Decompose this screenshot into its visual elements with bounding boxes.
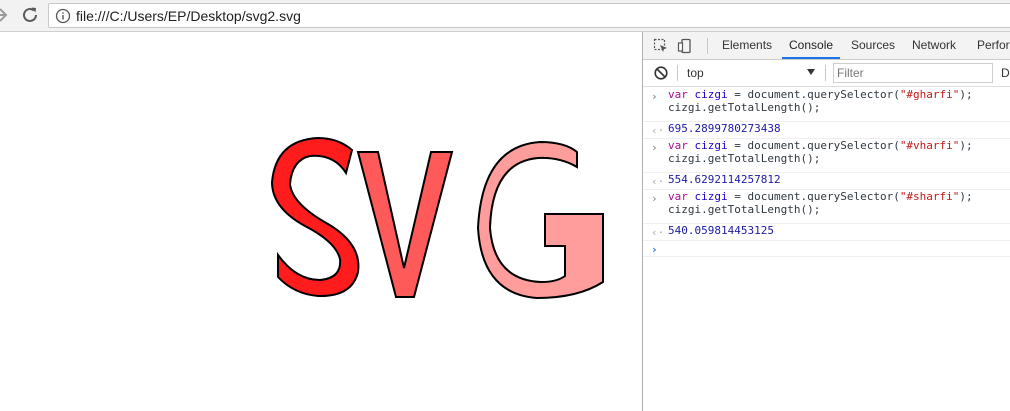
reload-icon <box>23 7 37 22</box>
log-levels-dropdown[interactable]: D <box>1001 66 1010 80</box>
devtools-tabbar: Elements Console Sources Network Perfor <box>643 32 1010 60</box>
forward-button[interactable] <box>0 4 12 26</box>
console-input-entry: › var cizgi = document.querySelector("#g… <box>643 88 1010 122</box>
result-chevron-icon: ‹· <box>651 175 665 188</box>
svg-document <box>270 136 604 300</box>
console-result-value: 554.6292114257812 <box>668 173 781 186</box>
url-text: file:///C:/Users/EP/Desktop/svg2.svg <box>76 8 301 24</box>
tab-network[interactable]: Network <box>912 32 956 59</box>
input-chevron-icon: › <box>651 141 658 154</box>
context-selector[interactable]: top <box>687 66 704 80</box>
svg-letter-s <box>270 136 360 298</box>
page-content <box>0 32 642 411</box>
console-result-entry: ‹· 554.6292114257812 <box>643 173 1010 190</box>
console-code-line: cizgi.getTotalLength(); <box>668 152 821 165</box>
inspect-element-icon[interactable] <box>653 38 669 54</box>
result-chevron-icon: ‹· <box>651 124 665 137</box>
toolbar-divider <box>707 38 708 54</box>
console-result-entry: ‹· 695.2899780273438 <box>643 122 1010 139</box>
chevron-down-icon[interactable] <box>807 69 815 75</box>
console-output: › var cizgi = document.querySelector("#g… <box>643 88 1010 257</box>
tab-sources[interactable]: Sources <box>851 32 895 59</box>
console-result-entry: ‹· 540.059814453125 <box>643 224 1010 241</box>
toolbar-divider <box>677 65 678 81</box>
result-chevron-icon: ‹· <box>651 226 665 239</box>
input-chevron-icon: › <box>651 192 658 205</box>
console-input-entry: › var cizgi = document.querySelector("#v… <box>643 139 1010 173</box>
address-bar[interactable]: file:///C:/Users/EP/Desktop/svg2.svg <box>48 3 1010 28</box>
tab-elements[interactable]: Elements <box>722 32 772 59</box>
console-filter-input[interactable] <box>833 63 993 83</box>
reload-button[interactable] <box>19 4 41 26</box>
console-result-value: 695.2899780273438 <box>668 122 781 135</box>
browser-toolbar: file:///C:/Users/EP/Desktop/svg2.svg <box>0 0 1010 32</box>
console-code-line: cizgi.getTotalLength(); <box>668 203 821 216</box>
arrow-right-icon <box>0 8 8 22</box>
clear-console-icon[interactable] <box>653 65 669 81</box>
prompt-chevron-icon: › <box>651 243 658 256</box>
console-toolbar: top D <box>643 60 1010 87</box>
device-toolbar-icon[interactable] <box>677 38 693 54</box>
console-code-line: cizgi.getTotalLength(); <box>668 101 821 114</box>
console-result-value: 540.059814453125 <box>668 224 774 237</box>
console-input-entry: › var cizgi = document.querySelector("#s… <box>643 190 1010 224</box>
input-chevron-icon: › <box>651 90 658 103</box>
devtools-panel: Elements Console Sources Network Perfor … <box>642 32 1010 411</box>
tab-console[interactable]: Console <box>782 32 841 59</box>
info-icon[interactable] <box>55 8 71 24</box>
svg-letter-v <box>356 151 454 298</box>
toolbar-divider <box>825 65 826 81</box>
console-prompt[interactable]: › <box>643 241 1010 257</box>
tab-performance[interactable]: Perfor <box>977 32 1010 59</box>
svg-letter-g <box>476 140 604 300</box>
